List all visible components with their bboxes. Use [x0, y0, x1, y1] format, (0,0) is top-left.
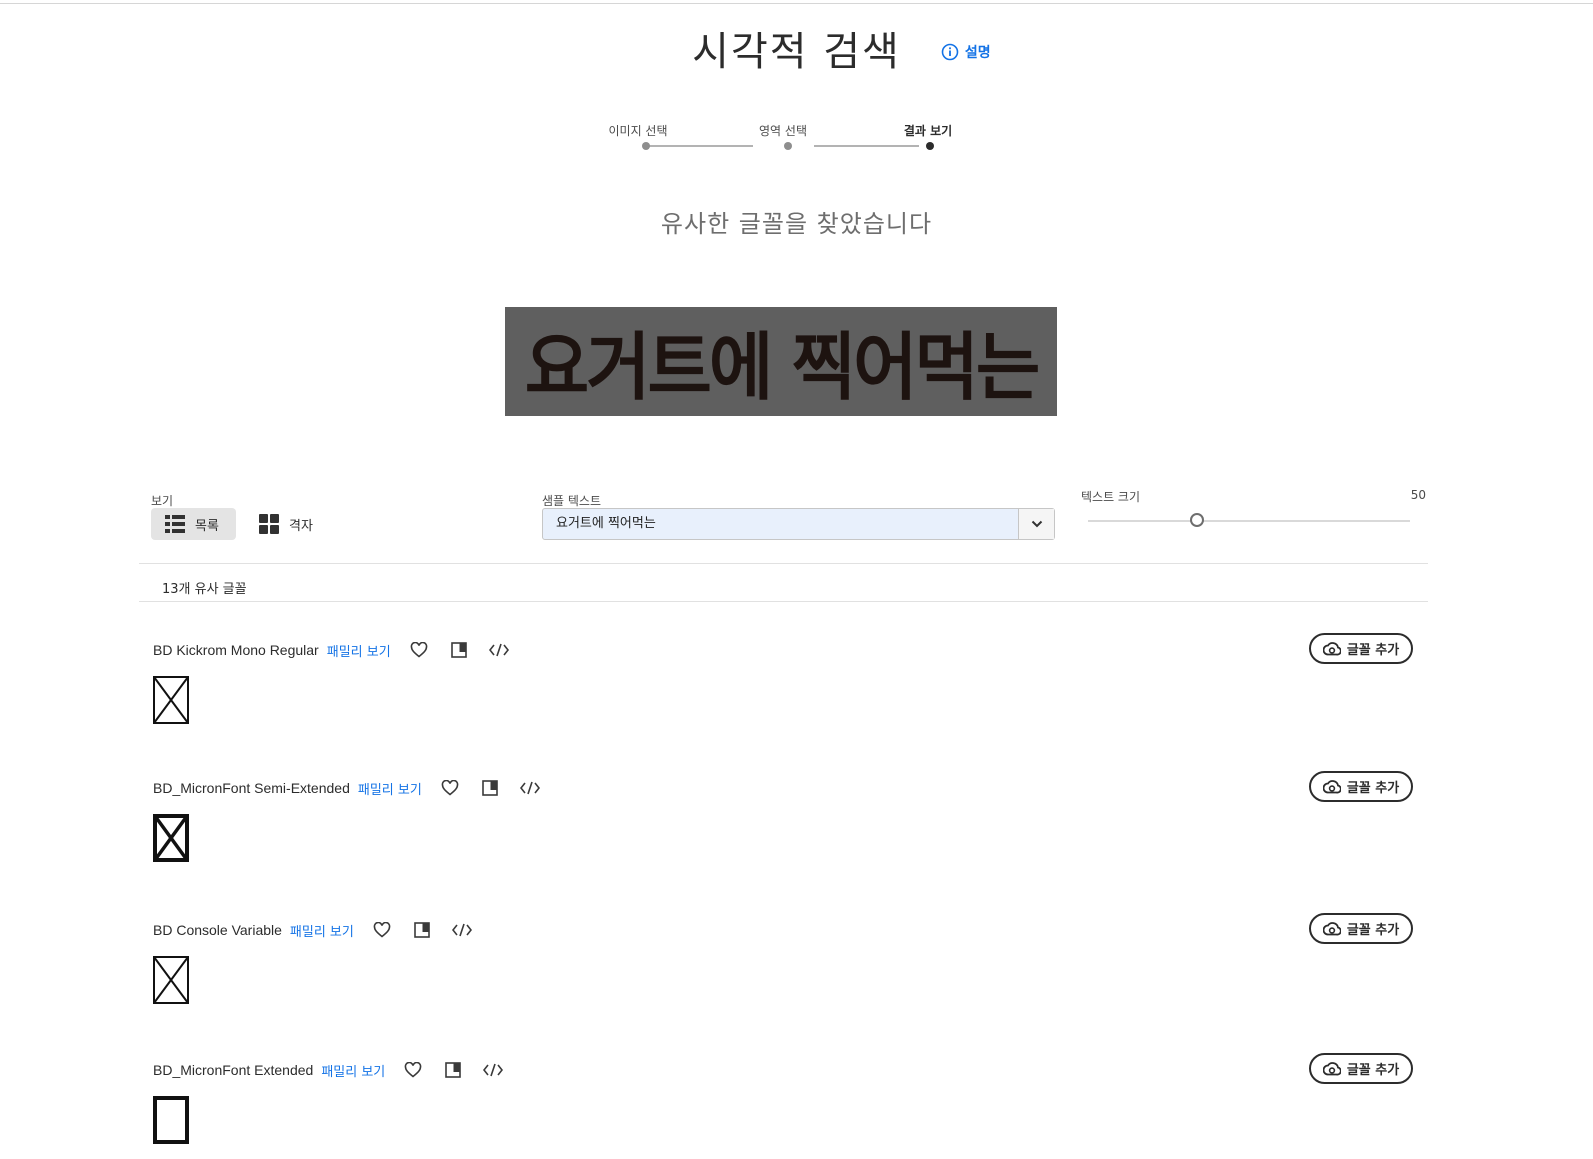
- copy-button[interactable]: [441, 1059, 465, 1081]
- step-connector: [814, 145, 919, 147]
- code-icon: [483, 1063, 504, 1077]
- code-icon: [488, 643, 509, 657]
- view-list-button[interactable]: 목록: [151, 508, 236, 540]
- help-label: 설명: [964, 45, 991, 61]
- add-font-label: 글꼴 추가: [1346, 1063, 1400, 1078]
- step-dot: [784, 142, 792, 150]
- font-name: BD Kickrom Mono Regular: [153, 642, 319, 658]
- embed-code-button[interactable]: [518, 777, 542, 799]
- step-label-select-image[interactable]: 이미지 선택: [608, 122, 667, 139]
- info-icon: [941, 43, 959, 61]
- sample-text-label: 샘플 텍스트: [542, 494, 602, 508]
- code-icon: [519, 781, 540, 795]
- step-dot: [642, 142, 650, 150]
- favorite-button[interactable]: [407, 639, 431, 661]
- missing-glyph-preview: [153, 1096, 189, 1144]
- view-grid-button[interactable]: 격자: [245, 508, 330, 540]
- step-label-select-area[interactable]: 영역 선택: [759, 122, 807, 139]
- chevron-down-icon: [1031, 520, 1042, 528]
- text-size-label: 텍스트 크기: [1081, 490, 1141, 504]
- view-label: 보기: [151, 494, 174, 508]
- sample-text-select[interactable]: 요거트에 찍어먹는: [542, 508, 1055, 540]
- view-family-link[interactable]: 패밀리 보기: [327, 641, 391, 660]
- text-size-value: 50: [1410, 488, 1426, 502]
- page-header: 시각적 검색 설명: [0, 28, 1593, 76]
- code-icon: [451, 923, 472, 937]
- add-font-label: 글꼴 추가: [1346, 781, 1400, 796]
- help-link[interactable]: 설명: [941, 42, 991, 62]
- missing-glyph-preview: [153, 676, 189, 724]
- favorite-button[interactable]: [401, 1059, 425, 1081]
- font-name: BD Console Variable: [153, 922, 282, 938]
- copy-button[interactable]: [447, 639, 471, 661]
- missing-glyph-preview: [153, 814, 189, 862]
- creative-cloud-icon: [1322, 779, 1341, 793]
- heart-icon: [441, 780, 459, 796]
- step-indicator: 이미지 선택 영역 선택 결과 보기: [608, 120, 958, 160]
- add-font-label: 글꼴 추가: [1346, 643, 1400, 658]
- sample-text-value[interactable]: 요거트에 찍어먹는: [543, 509, 1018, 539]
- copy-icon: [482, 780, 498, 796]
- copy-icon: [445, 1062, 462, 1078]
- font-result-row: BD_MicronFont Semi-Extended 패밀리 보기 글꼴 추가: [153, 771, 1413, 877]
- divider: [139, 563, 1428, 564]
- result-heading: 유사한 글꼴을 찾았습니다: [660, 210, 933, 238]
- step-label-view-results: 결과 보기: [903, 124, 953, 138]
- heart-icon: [410, 642, 427, 658]
- add-font-button[interactable]: 글꼴 추가: [1309, 1053, 1413, 1084]
- list-view-icon: [165, 515, 185, 533]
- creative-cloud-icon: [1322, 1061, 1341, 1075]
- copy-button[interactable]: [410, 919, 434, 941]
- sample-image-text: 요거트에 찍어먹는: [524, 324, 1041, 411]
- copy-icon: [450, 642, 467, 658]
- embed-code-button[interactable]: [450, 919, 474, 941]
- copy-icon: [414, 922, 430, 938]
- font-name: BD_MicronFont Extended: [153, 1062, 314, 1078]
- add-font-button[interactable]: 글꼴 추가: [1309, 771, 1413, 802]
- embed-code-button[interactable]: [481, 1059, 505, 1081]
- favorite-button[interactable]: [370, 919, 394, 941]
- embed-code-button[interactable]: [487, 639, 511, 661]
- grid-view-icon: [259, 514, 279, 534]
- sample-image: 요거트에 찍어먹는: [505, 307, 1057, 416]
- missing-glyph-preview: [153, 956, 189, 1004]
- font-result-row: BD_MicronFont Extended 패밀리 보기 글꼴 추가: [153, 1053, 1413, 1159]
- view-family-link[interactable]: 패밀리 보기: [358, 779, 422, 798]
- text-size-slider-thumb[interactable]: [1190, 513, 1205, 527]
- step-dot-active: [926, 142, 934, 150]
- top-border: [0, 3, 1593, 4]
- page-title: 시각적 검색: [692, 29, 901, 75]
- view-family-link[interactable]: 패밀리 보기: [321, 1061, 385, 1080]
- sample-text-dropdown-button[interactable]: [1018, 509, 1054, 539]
- results-count: 13개 유사 글꼴: [162, 582, 247, 597]
- font-result-row: BD Console Variable 패밀리 보기 글꼴 추가: [153, 913, 1413, 1019]
- heart-icon: [404, 1062, 422, 1078]
- heart-icon: [373, 922, 391, 938]
- copy-button[interactable]: [478, 777, 502, 799]
- font-name: BD_MicronFont Semi-Extended: [153, 780, 350, 796]
- step-connector: [648, 145, 753, 147]
- font-result-row: BD Kickrom Mono Regular 패밀리 보기 글꼴 추가: [153, 633, 1413, 739]
- view-family-link[interactable]: 패밀리 보기: [290, 921, 354, 940]
- add-font-label: 글꼴 추가: [1346, 923, 1400, 938]
- creative-cloud-icon: [1322, 641, 1341, 655]
- divider: [139, 601, 1428, 602]
- text-size-slider-track[interactable]: [1088, 520, 1410, 522]
- creative-cloud-icon: [1322, 921, 1341, 935]
- favorite-button[interactable]: [438, 777, 462, 799]
- view-grid-label: 격자: [289, 518, 313, 534]
- view-list-label: 목록: [195, 518, 219, 534]
- add-font-button[interactable]: 글꼴 추가: [1309, 633, 1413, 664]
- add-font-button[interactable]: 글꼴 추가: [1309, 913, 1413, 944]
